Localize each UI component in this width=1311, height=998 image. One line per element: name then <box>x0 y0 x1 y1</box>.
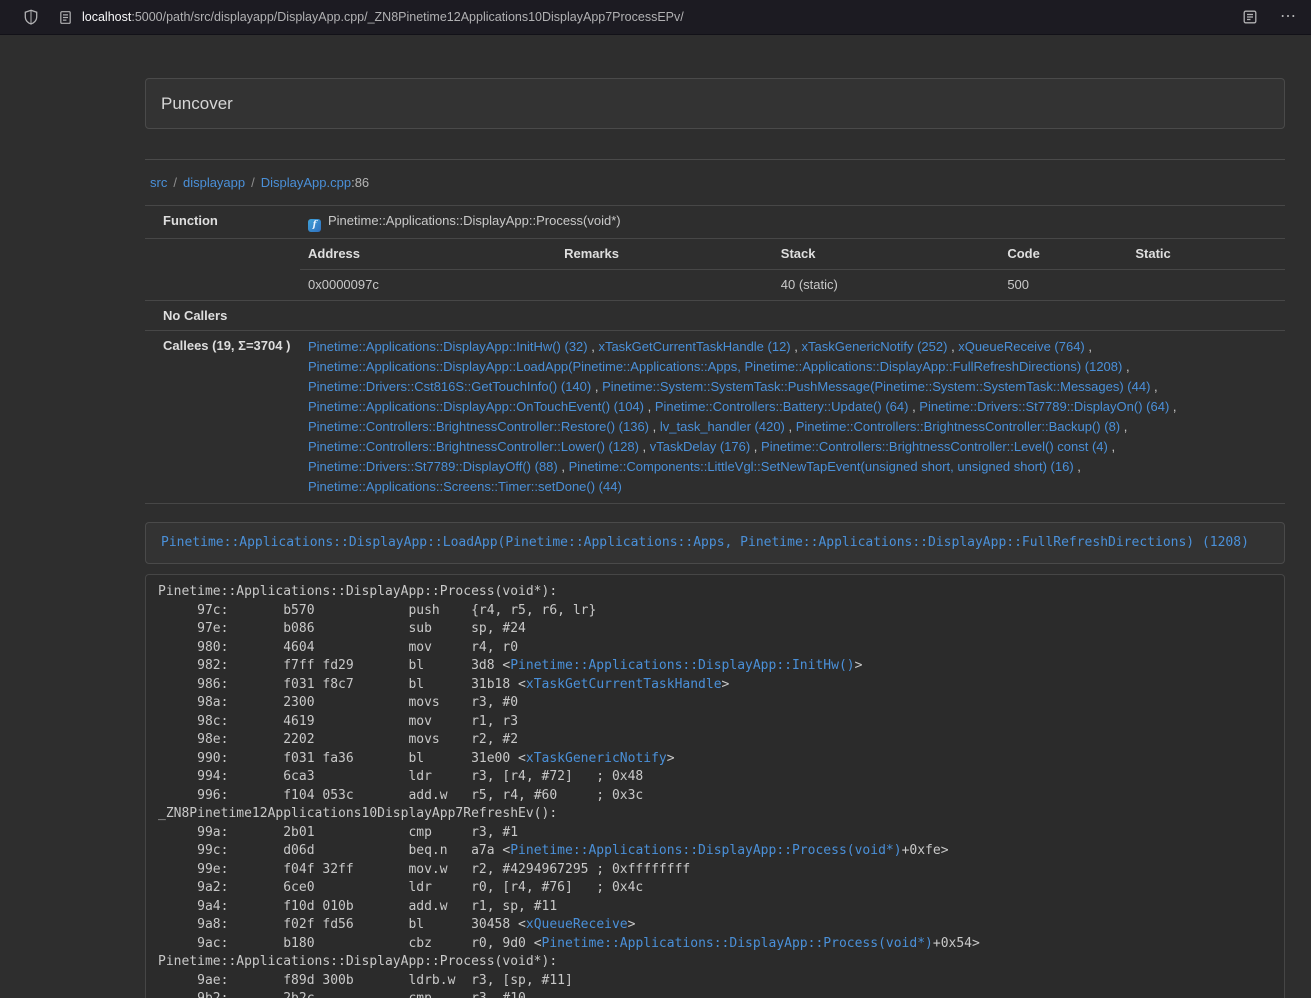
no-callers-row: No Callers <box>145 301 1285 331</box>
callee-link[interactable]: Pinetime::Applications::Screens::Timer::… <box>308 479 622 494</box>
symbol-panel-heading: Pinetime::Applications::DisplayApp::Load… <box>146 523 1284 563</box>
code-symbol-link[interactable]: Pinetime::Applications::DisplayApp::Init… <box>510 658 854 673</box>
callee-link[interactable]: xQueueReceive (764) <box>958 339 1084 354</box>
function-name-cell: f Pinetime::Applications::DisplayApp::Pro… <box>300 206 1285 239</box>
column-header-stack: Stack <box>773 239 1000 270</box>
code-symbol-link[interactable]: Pinetime::Applications::DisplayApp::Proc… <box>510 843 901 858</box>
browser-chrome: localhost:5000/path/src/displayapp/Displ… <box>0 0 1311 35</box>
callees-cell: Pinetime::Applications::DisplayApp::Init… <box>300 331 1285 504</box>
stack-value: 40 (static) <box>773 270 1000 301</box>
stats-table: Address Remarks Stack Code Static 0x0000… <box>300 239 1285 300</box>
function-table: Function fPinetime::Applications::Displa… <box>145 205 1285 504</box>
callee-link[interactable]: Pinetime::Components::LittleVgl::SetNewT… <box>569 459 1074 474</box>
disassembly-code: Pinetime::Applications::DisplayApp::Proc… <box>145 574 1285 998</box>
callee-link[interactable]: Pinetime::System::SystemTask::PushMessag… <box>602 379 1150 394</box>
stats-cell: Address Remarks Stack Code Static 0x0000… <box>300 239 1285 301</box>
breadcrumb-link-src[interactable]: src <box>150 175 167 190</box>
page-title: Puncover <box>161 93 1269 114</box>
no-callers-cell <box>300 301 1285 331</box>
callees-row: Callees (19, Σ=3704 ) Pinetime::Applicat… <box>145 331 1285 504</box>
callee-link[interactable]: xTaskGetCurrentTaskHandle (12) <box>598 339 790 354</box>
code-symbol-link[interactable]: xTaskGenericNotify <box>526 751 667 766</box>
column-header-static: Static <box>1127 239 1285 270</box>
main-content: Puncover src / displayapp / DisplayApp.cpp:8… <box>145 35 1285 998</box>
shield-icon[interactable] <box>23 9 39 25</box>
static-value <box>1127 270 1285 301</box>
app-title-heading: Puncover <box>146 79 1284 128</box>
function-name: Pinetime::Applications::DisplayApp::Proc… <box>328 213 621 228</box>
callee-link[interactable]: Pinetime::Applications::DisplayApp::OnTo… <box>308 399 644 414</box>
url-bar[interactable]: localhost:5000/path/src/displayapp/Displ… <box>82 10 1242 24</box>
column-header-remarks: Remarks <box>556 239 773 270</box>
symbol-panel-title-link[interactable]: Pinetime::Applications::DisplayApp::Load… <box>161 535 1249 550</box>
function-row: Function f Pinetime::Applications::Displa… <box>145 206 1285 239</box>
callee-link[interactable]: Pinetime::Drivers::St7789::DisplayOff() … <box>308 459 558 474</box>
symbol-panel: Pinetime::Applications::DisplayApp::Load… <box>145 522 1285 564</box>
callee-link[interactable]: xTaskGenericNotify (252) <box>802 339 948 354</box>
url-host: localhost <box>82 10 131 24</box>
page-info-icon[interactable] <box>58 10 73 25</box>
stats-header-row: Address Remarks Stack Code Static <box>300 239 1285 270</box>
divider <box>145 159 1285 160</box>
callee-link[interactable]: Pinetime::Controllers::BrightnessControl… <box>308 439 639 454</box>
callee-link[interactable]: Pinetime::Controllers::Battery::Update()… <box>655 399 909 414</box>
breadcrumb-separator: / <box>251 175 255 190</box>
app-title-panel: Puncover <box>145 78 1285 129</box>
column-header-address: Address <box>300 239 556 270</box>
code-symbol-link[interactable]: xTaskGetCurrentTaskHandle <box>526 677 722 692</box>
function-icon: f <box>308 219 321 232</box>
callees-label: Callees (19, Σ=3704 ) <box>145 331 300 504</box>
reader-view-icon[interactable] <box>1242 9 1258 25</box>
callee-link[interactable]: lv_task_handler (420) <box>660 419 785 434</box>
callee-link[interactable]: Pinetime::Controllers::BrightnessControl… <box>796 419 1120 434</box>
code-symbol-link[interactable]: Pinetime::Applications::DisplayApp::Proc… <box>542 936 933 951</box>
url-path: :5000/path/src/displayapp/DisplayApp.cpp… <box>131 10 683 24</box>
callee-link[interactable]: Pinetime::Applications::DisplayApp::Init… <box>308 339 588 354</box>
callee-link[interactable]: Pinetime::Controllers::BrightnessControl… <box>308 419 649 434</box>
callee-link[interactable]: Pinetime::Drivers::Cst816S::GetTouchInfo… <box>308 379 591 394</box>
callee-link[interactable]: Pinetime::Drivers::St7789::DisplayOn() (… <box>919 399 1169 414</box>
stats-row: Address Remarks Stack Code Static 0x0000… <box>145 239 1285 301</box>
callee-link[interactable]: vTaskDelay (176) <box>650 439 750 454</box>
more-menu-icon[interactable]: ⋯ <box>1280 9 1297 25</box>
breadcrumb-separator: / <box>173 175 177 190</box>
callee-link[interactable]: Pinetime::Controllers::BrightnessControl… <box>761 439 1108 454</box>
address-value: 0x0000097c <box>300 270 556 301</box>
code-symbol-link[interactable]: xQueueReceive <box>526 917 628 932</box>
remarks-value <box>556 270 773 301</box>
code-value: 500 <box>999 270 1127 301</box>
stats-value-row: 0x0000097c 40 (static) 500 <box>300 270 1285 301</box>
empty-row-header <box>145 239 300 301</box>
breadcrumb-link-file[interactable]: DisplayApp.cpp <box>261 175 351 190</box>
column-header-code: Code <box>999 239 1127 270</box>
callees-list: Pinetime::Applications::DisplayApp::Init… <box>308 337 1268 497</box>
breadcrumb-link-displayapp[interactable]: displayapp <box>183 175 245 190</box>
callee-link[interactable]: Pinetime::Applications::DisplayApp::Load… <box>308 359 1122 374</box>
no-callers-label: No Callers <box>145 301 300 331</box>
breadcrumb-line-number: :86 <box>351 175 369 190</box>
function-label: Function <box>145 206 300 239</box>
breadcrumb: src / displayapp / DisplayApp.cpp:86 <box>145 173 1285 193</box>
